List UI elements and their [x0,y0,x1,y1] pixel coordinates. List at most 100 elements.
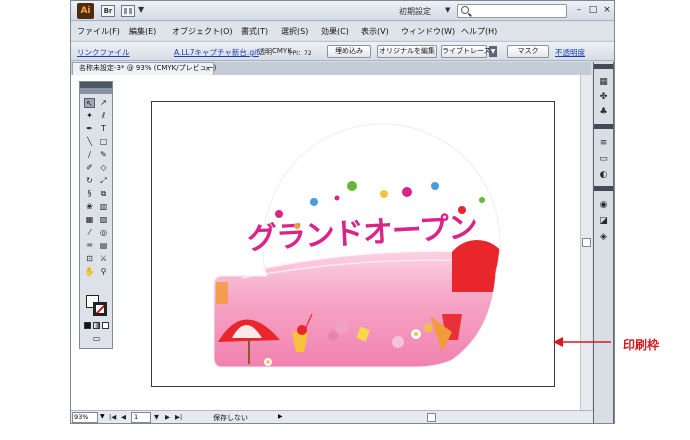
previous-artboard-button[interactable]: ◀ [121,413,126,421]
bridge-icon[interactable]: Br [101,5,115,17]
appearance-panel-icon[interactable]: ◉ [598,200,609,210]
arrange-documents-icon[interactable] [121,5,135,17]
hand-tool-icon[interactable]: ✋ [84,267,95,277]
symbol-sprayer-tool-icon[interactable]: ❀ [84,202,95,212]
close-tab-icon[interactable]: × [205,64,211,75]
close-button[interactable]: × [601,4,613,16]
tools-panel-grip[interactable] [80,88,112,94]
zoom-chevron-down-icon[interactable]: ▼ [100,413,105,420]
artboard-number-field[interactable]: 1 [131,412,151,423]
dock-grip-mid[interactable] [594,124,613,129]
stroke-color-swatch[interactable] [93,302,107,316]
status-menu-arrow-icon[interactable]: ▶ [278,413,283,420]
status-text[interactable]: 保存しない [213,413,248,423]
stroke-panel-icon[interactable]: ≡ [598,138,609,148]
mask-button[interactable]: マスク [507,45,549,58]
search-icon [461,6,469,14]
menu-help[interactable]: ヘルプ(H) [461,26,497,37]
control-bar: リンクファイル A.LL7キャプチャ新台.gif 透明 CMYK PPI：72 … [71,41,614,61]
type-tool-icon[interactable]: T [98,124,109,134]
menu-view[interactable]: 表示(V) [361,26,389,37]
live-paint-bucket-tool-icon[interactable]: ♒ [84,241,95,251]
print-frame-annotation: 印刷枠 [623,338,660,352]
live-paint-selection-tool-icon[interactable]: ▤ [98,241,109,251]
transparency-panel-icon[interactable]: ◐ [598,170,609,180]
blend-tool-icon[interactable]: ◎ [98,228,109,238]
menu-file[interactable]: ファイル(F) [77,26,120,37]
live-trace-button[interactable]: ライブトレース [441,45,491,58]
document-tab[interactable]: 名称未設定-3* @ 93% (CMYK/プレビュー) × [72,62,217,75]
dock-grip-lower[interactable] [594,186,613,191]
zoom-level-field[interactable]: 93% [72,412,98,423]
eraser-tool-icon[interactable]: ◇ [98,163,109,173]
direct-selection-tool-icon[interactable]: ↗ [98,98,109,108]
blob-brush-tool-icon[interactable]: ✐ [84,163,95,173]
menu-type[interactable]: 書式(T) [241,26,268,37]
chevron-down-icon[interactable]: ▼ [138,5,144,14]
screen-mode-icon[interactable]: ▭ [91,334,102,344]
warp-tool-icon[interactable]: § [84,189,95,199]
lasso-tool-icon[interactable]: ℓ [98,111,109,121]
slice-tool-icon[interactable]: ⚔ [98,254,109,264]
vertical-scrollbar[interactable] [580,75,592,410]
first-artboard-button[interactable]: |◀ [109,413,116,421]
right-panel-dock: ▦ ✤ ♣ ≡ ▭ ◐ ◉ ◪ ◈ [593,62,614,423]
edit-original-button[interactable]: オリジナルを編集 [377,45,437,58]
grand-open-artwork[interactable]: グランドオープン [152,102,556,388]
opacity-link[interactable]: 不透明度 [555,47,585,58]
pencil-tool-icon[interactable]: ✎ [98,150,109,160]
zoom-tool-icon[interactable]: ⚲ [98,267,109,277]
rotate-tool-icon[interactable]: ↻ [84,176,95,186]
eyedropper-tool-icon[interactable]: ⁄ [84,228,95,238]
scale-tool-icon[interactable]: ⤢ [98,176,109,186]
free-transform-tool-icon[interactable]: ⧉ [98,189,109,199]
workspace-chevron-down-icon[interactable]: ▼ [445,6,450,14]
line-tool-icon[interactable]: ╲ [84,137,95,147]
embed-button[interactable]: 埋め込み [327,45,371,58]
menu-select[interactable]: 選択(S) [281,26,308,37]
gradient-tool-icon[interactable]: ▨ [98,215,109,225]
linked-file-link[interactable]: リンクファイル [77,47,130,58]
artboard-chevron-down-icon[interactable]: ▼ [154,413,159,421]
maximize-button[interactable]: □ [587,4,599,16]
next-artboard-button[interactable]: ▶ [165,413,170,421]
gradient-mode-icon[interactable] [93,322,100,329]
status-bar: 93% ▼ |◀ ◀ 1 ▼ ▶ ▶| 保存しない ▶ [71,410,593,423]
menu-bar: ファイル(F) 編集(E) オブジェクト(O) 書式(T) 選択(S) 効果(C… [71,22,614,40]
menu-effect[interactable]: 効果(C) [321,26,349,37]
vertical-scroll-thumb[interactable] [582,238,591,247]
horizontal-scroll-thumb[interactable] [427,413,436,422]
selection-tool-icon[interactable]: ↖ [84,98,95,108]
graphic-styles-panel-icon[interactable]: ◪ [598,216,609,226]
rectangle-tool-icon[interactable]: □ [98,137,109,147]
brushes-panel-icon[interactable]: ✤ [598,92,609,102]
artboard-print-frame[interactable]: グランドオープン [151,101,555,387]
pen-tool-icon[interactable]: ✒ [84,124,95,134]
magic-wand-tool-icon[interactable]: ✦ [84,111,95,121]
menu-edit[interactable]: 編集(E) [129,26,156,37]
symbols-panel-icon[interactable]: ♣ [598,107,609,117]
canvas-area[interactable]: グランドオープン [71,75,580,410]
artboard-tool-icon[interactable]: ⊡ [84,254,95,264]
illustrator-window: Ai Br ▼ 初期設定 ▼ – □ × ファイル(F) 編集(E) オブジェク… [70,0,615,424]
dock-grip-top[interactable] [594,64,613,69]
paintbrush-tool-icon[interactable]: ∕ [84,150,95,160]
live-trace-options-chevron-icon[interactable]: ▼ [489,46,497,57]
dock-icons: ▦ ✤ ♣ ≡ ▭ ◐ ◉ ◪ ◈ [594,62,613,423]
search-input[interactable] [457,4,567,18]
title-bar: Ai Br ▼ 初期設定 ▼ – □ × [71,1,614,21]
none-mode-icon[interactable] [102,322,109,329]
document-tab-title: 名称未設定-3* @ 93% (CMYK/プレビュー) [79,64,217,72]
graph-tool-icon[interactable]: ▥ [98,202,109,212]
mesh-tool-icon[interactable]: ▦ [84,215,95,225]
menu-window[interactable]: ウィンドウ(W) [401,26,455,37]
gradient-panel-icon[interactable]: ▭ [598,154,609,164]
menu-object[interactable]: オブジェクト(O) [172,26,233,37]
color-mode-icon[interactable] [84,322,91,329]
layers-panel-icon[interactable]: ◈ [598,232,609,242]
filename-link[interactable]: A.LL7キャプチャ新台.gif [174,47,259,58]
color-panel-icon[interactable]: ▦ [598,77,609,87]
last-artboard-button[interactable]: ▶| [175,413,182,421]
workspace-switcher[interactable]: 初期設定 [399,6,431,17]
minimize-button[interactable]: – [573,4,585,16]
